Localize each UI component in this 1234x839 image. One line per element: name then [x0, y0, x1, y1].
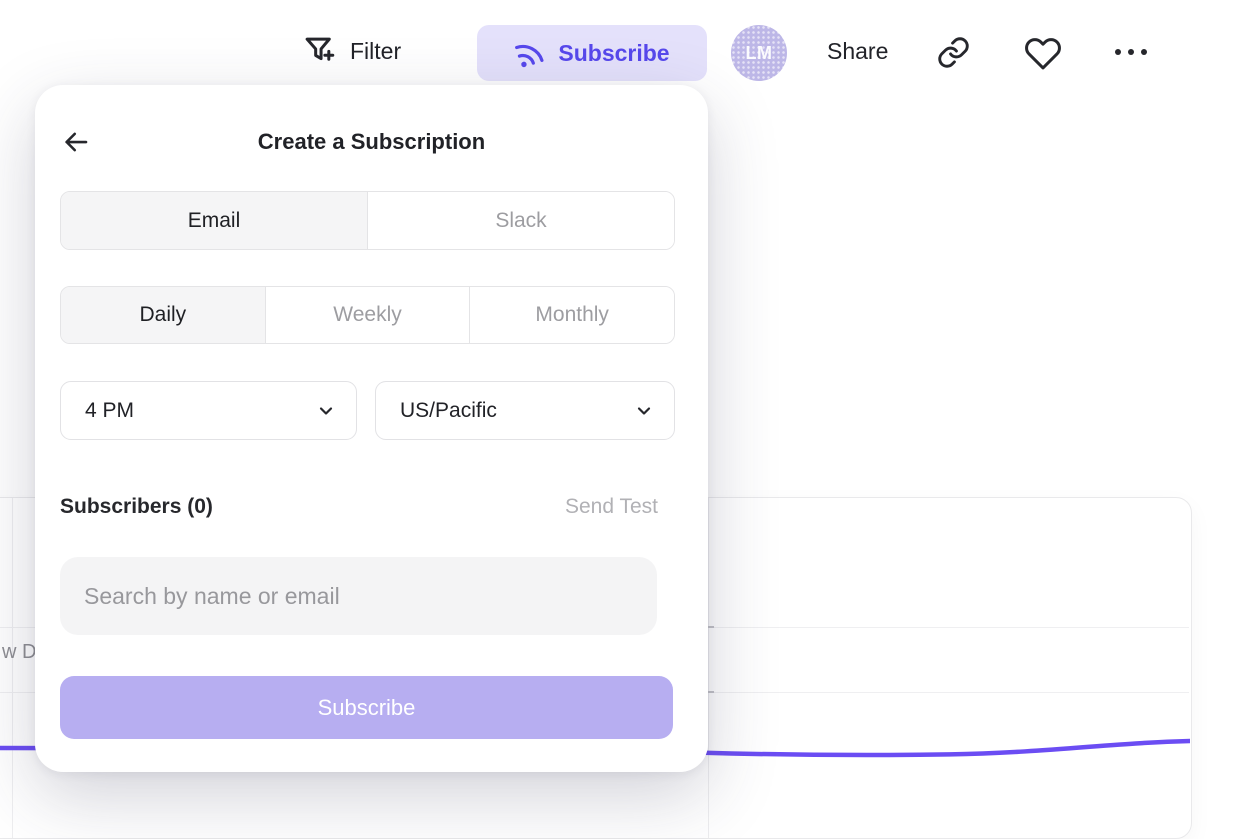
- more-options-button[interactable]: [1112, 45, 1150, 62]
- frequency-tab-group: Daily Weekly Monthly: [60, 286, 675, 344]
- filter-label: Filter: [350, 38, 401, 65]
- frequency-tab-daily[interactable]: Daily: [61, 287, 266, 343]
- user-avatar[interactable]: LM: [731, 25, 787, 81]
- subscribe-toolbar-button[interactable]: Subscribe: [477, 25, 707, 81]
- channel-tab-group: Email Slack: [60, 191, 675, 250]
- modal-title: Create a Subscription: [35, 129, 708, 155]
- filter-plus-icon: [300, 31, 338, 71]
- channel-tab-slack[interactable]: Slack: [368, 192, 674, 249]
- channel-tab-email[interactable]: Email: [61, 192, 368, 249]
- frequency-tab-weekly[interactable]: Weekly: [266, 287, 471, 343]
- send-test-button[interactable]: Send Test: [565, 495, 658, 519]
- subscriber-search-input[interactable]: [60, 557, 657, 635]
- favorite-button[interactable]: [1024, 34, 1062, 75]
- share-button[interactable]: Share: [827, 38, 888, 65]
- time-select[interactable]: 4 PM: [60, 381, 357, 440]
- subscribers-count-label: Subscribers (0): [60, 495, 213, 519]
- copy-link-button[interactable]: [936, 35, 971, 73]
- clipped-background-text: w D: [2, 641, 36, 664]
- time-select-value: 4 PM: [85, 399, 134, 423]
- create-subscription-modal: Create a Subscription Email Slack Daily …: [35, 85, 708, 772]
- timezone-select-value: US/Pacific: [400, 399, 497, 423]
- avatar-initials: LM: [746, 43, 773, 64]
- chevron-down-icon: [634, 401, 654, 421]
- link-icon: [936, 35, 971, 70]
- rss-icon: [510, 33, 549, 72]
- ellipsis-icon: [1112, 45, 1150, 59]
- subscribe-toolbar-label: Subscribe: [558, 40, 669, 67]
- timezone-select[interactable]: US/Pacific: [375, 381, 675, 440]
- subscribe-submit-button[interactable]: Subscribe: [60, 676, 673, 739]
- filter-button[interactable]: Filter: [300, 31, 401, 71]
- heart-icon: [1024, 34, 1062, 72]
- chevron-down-icon: [316, 401, 336, 421]
- frequency-tab-monthly[interactable]: Monthly: [470, 287, 674, 343]
- share-label: Share: [827, 38, 888, 65]
